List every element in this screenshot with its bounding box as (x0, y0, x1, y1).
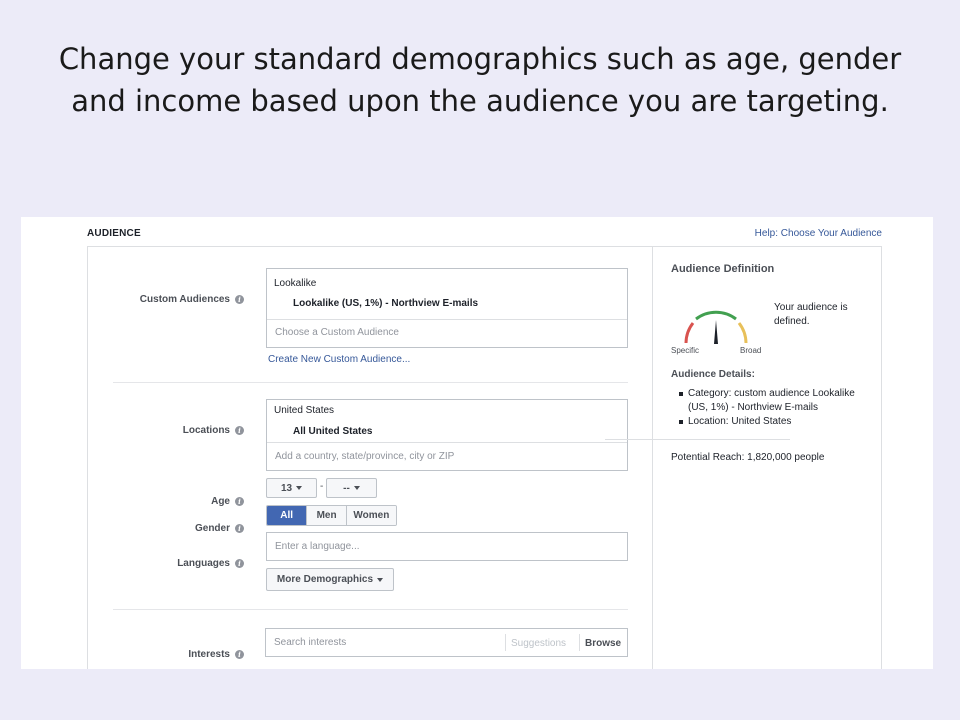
slide-title: Change your standard demographics such a… (58, 42, 902, 118)
gender-women-button[interactable]: Women (345, 506, 396, 525)
info-icon[interactable]: i (235, 496, 244, 506)
locations-field[interactable]: United States All United States Add a co… (266, 399, 628, 471)
age-label-text: Age (211, 495, 230, 507)
interests-label: Interests i (88, 648, 244, 660)
suggestions-button[interactable]: Suggestions (511, 638, 566, 649)
create-custom-audience-link[interactable]: Create New Custom Audience... (268, 354, 410, 365)
location-input[interactable]: Add a country, state/province, city or Z… (275, 451, 454, 462)
audience-details-list: Category: custom audience Lookalike (US,… (677, 387, 877, 429)
gauge-defined-arc (695, 310, 737, 321)
gauge-specific-label: Specific (671, 346, 700, 355)
age-min-value: 13 (280, 482, 293, 494)
divider (267, 319, 627, 320)
location-selected[interactable]: All United States (293, 426, 372, 437)
languages-input[interactable]: Enter a language... (266, 532, 628, 561)
more-demographics-dropdown[interactable]: More Demographics (266, 568, 394, 591)
info-icon[interactable]: i (235, 558, 244, 568)
divider (113, 382, 628, 383)
locations-label: Locations i (88, 424, 244, 436)
audience-detail-item: Location: United States (677, 415, 877, 429)
age-max-dropdown[interactable]: -- (326, 478, 377, 498)
languages-label-text: Languages (177, 557, 230, 569)
info-icon[interactable]: i (235, 425, 244, 435)
age-min-dropdown[interactable]: 13 (266, 478, 317, 498)
audience-gauge (684, 310, 748, 344)
custom-audiences-label-text: Custom Audiences (139, 293, 230, 305)
panel-divider (652, 247, 653, 669)
languages-label: Languages i (88, 557, 244, 569)
age-max-value: -- (343, 482, 350, 494)
browse-button[interactable]: Browse (585, 638, 621, 649)
chevron-down-icon (296, 486, 303, 490)
interests-label-text: Interests (188, 648, 230, 660)
gauge-specific-arc (684, 322, 695, 344)
interests-field[interactable]: Search interests Suggestions Browse (265, 628, 628, 657)
age-separator: - (320, 481, 324, 492)
chevron-down-icon (377, 577, 384, 582)
custom-audience-field[interactable]: Lookalike Lookalike (US, 1%) - Northview… (266, 268, 628, 348)
divider (605, 439, 790, 440)
custom-audience-selected[interactable]: Lookalike (US, 1%) - Northview E-mails (293, 298, 478, 309)
audience-screenshot: AUDIENCE Help: Choose Your Audience Cust… (21, 217, 933, 669)
interests-input[interactable]: Search interests (274, 637, 346, 648)
audience-definition-title: Audience Definition (671, 263, 775, 275)
help-choose-audience-link[interactable]: Help: Choose Your Audience (755, 228, 882, 239)
divider (505, 634, 506, 651)
audience-details-title: Audience Details: (671, 369, 755, 380)
divider (579, 634, 580, 651)
more-demographics-label: More Demographics (276, 574, 374, 585)
gender-label-text: Gender (194, 522, 230, 534)
info-icon[interactable]: i (235, 523, 244, 533)
custom-audiences-label: Custom Audiences i (88, 293, 244, 305)
gauge-broad-label: Broad (740, 346, 762, 355)
divider (113, 609, 628, 610)
gender-men-button[interactable]: Men (306, 506, 346, 525)
potential-reach: Potential Reach: 1,820,000 people (671, 452, 825, 463)
custom-audience-input[interactable]: Choose a Custom Audience (275, 327, 399, 338)
languages-placeholder: Enter a language... (275, 541, 360, 552)
gender-all-button[interactable]: All (267, 506, 307, 525)
age-label: Age i (88, 495, 244, 507)
locations-label-text: Locations (182, 424, 230, 436)
divider (267, 442, 627, 443)
gender-toggle: All Men Women (266, 505, 397, 526)
audience-detail-item: Category: custom audience Lookalike (US,… (677, 387, 877, 415)
gauge-needle (714, 320, 718, 344)
custom-audience-group: Lookalike (274, 278, 317, 289)
section-title: AUDIENCE (87, 228, 141, 239)
chevron-down-icon (353, 486, 360, 490)
info-icon[interactable]: i (235, 649, 244, 659)
audience-status: Your audience is defined. (774, 302, 848, 327)
gender-label: Gender i (88, 522, 244, 534)
location-group: United States (274, 405, 335, 416)
info-icon[interactable]: i (235, 294, 244, 304)
gauge-broad-arc (737, 322, 748, 344)
